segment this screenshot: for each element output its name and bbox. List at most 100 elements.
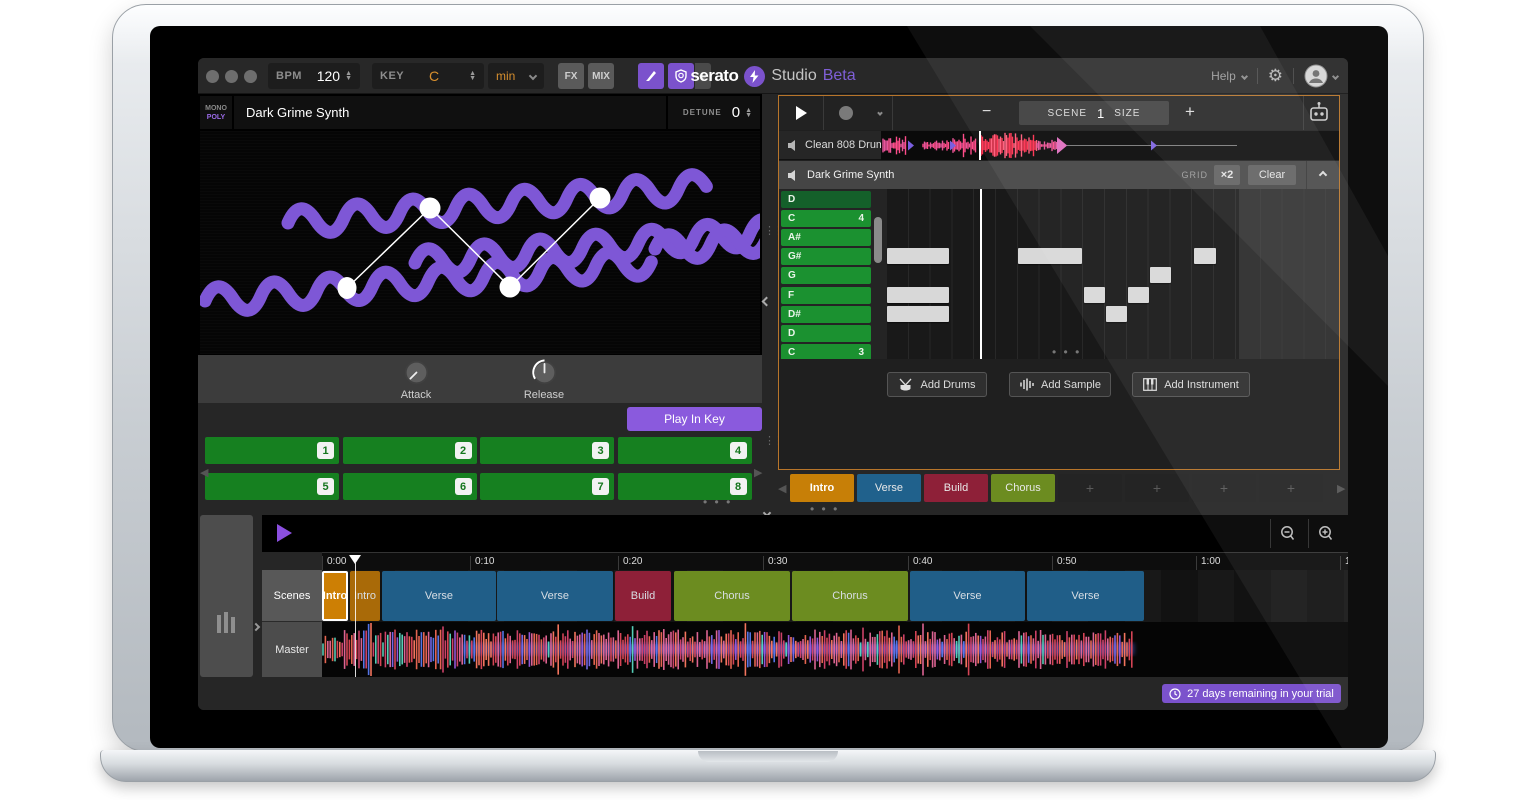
midi-note[interactable] xyxy=(1128,286,1149,303)
help-menu[interactable]: Help xyxy=(1211,69,1248,83)
time-ruler[interactable]: 0:00 0:10 0:20 0:30 0:40 0:50 1:00 1:10 xyxy=(322,552,1348,570)
attack-knob[interactable]: Attack xyxy=(376,359,456,401)
key-value[interactable]: C xyxy=(429,68,439,84)
arrangement-block-verse-8[interactable]: Verse xyxy=(1027,571,1144,621)
arrangement-block-verse-3[interactable]: Verse xyxy=(497,571,613,621)
scene-tab-add-6[interactable]: + xyxy=(1192,474,1256,502)
record-button[interactable] xyxy=(824,106,868,120)
midi-note[interactable] xyxy=(887,286,949,303)
bpm-value[interactable]: 120 xyxy=(317,68,340,84)
piano-key-A#[interactable]: A# xyxy=(781,229,871,247)
roll-resize-dots[interactable]: • • • xyxy=(1052,346,1081,358)
collapse-track-button[interactable] xyxy=(1307,170,1339,180)
pad-7[interactable]: 7 xyxy=(480,473,614,500)
piano-key-F[interactable]: F xyxy=(781,286,871,304)
window-dot-2[interactable] xyxy=(225,70,238,83)
scene-size-decrease-button[interactable]: − xyxy=(982,103,991,121)
track-row-synth[interactable]: Dark Grime Synth GRID ×2 Clear xyxy=(779,161,1339,189)
midi-note[interactable] xyxy=(887,305,949,322)
track-name[interactable]: Dark Grime Synth xyxy=(807,169,894,181)
midi-note[interactable] xyxy=(1194,248,1216,265)
pads-resize-dots[interactable]: • • • xyxy=(703,496,732,508)
mix-button[interactable]: MIX xyxy=(588,63,614,89)
note-grid[interactable]: • • • xyxy=(887,189,1339,359)
window-dot-3[interactable] xyxy=(244,70,257,83)
scene-tab-add-5[interactable]: + xyxy=(1125,474,1189,502)
key-stepper[interactable]: ▲ ▼ xyxy=(469,70,476,82)
midi-note[interactable] xyxy=(1018,248,1082,265)
clear-button[interactable]: Clear xyxy=(1248,165,1296,185)
zoom-in-button[interactable] xyxy=(1308,519,1342,548)
speaker-icon[interactable] xyxy=(787,139,800,152)
detune-control[interactable]: DETUNE 0 ▲ ▼ xyxy=(668,96,760,129)
piano-key-D[interactable]: D xyxy=(781,324,871,342)
speaker-icon[interactable] xyxy=(787,169,800,182)
pad-5[interactable]: 5 xyxy=(205,473,339,500)
piano-key-D#[interactable]: D# xyxy=(781,305,871,323)
pads-left-arrow[interactable]: ◀ xyxy=(200,466,208,479)
tabs-left-arrow[interactable]: ◀ xyxy=(778,482,786,495)
expand-sidebar-arrow[interactable] xyxy=(251,617,261,635)
settings-gear-button[interactable]: ⚙ xyxy=(1268,66,1283,86)
arrangement-block-build-4[interactable]: Build xyxy=(615,571,671,621)
library-sidebar[interactable] xyxy=(200,515,253,677)
midi-note[interactable] xyxy=(1150,267,1171,284)
scene-tab-add-7[interactable]: + xyxy=(1259,474,1323,502)
grid-multiplier-button[interactable]: ×2 xyxy=(1214,165,1240,185)
add-drums-button[interactable]: Add Drums xyxy=(887,372,987,397)
zoom-out-button[interactable] xyxy=(1270,519,1304,548)
drum-clip-waveform[interactable] xyxy=(881,131,1339,160)
key-mode-select[interactable]: min xyxy=(488,63,544,89)
midi-note[interactable] xyxy=(1084,286,1105,303)
scene-tab-intro-0[interactable]: Intro xyxy=(790,474,854,502)
piano-key-C4[interactable]: C4 xyxy=(781,210,871,228)
midi-note[interactable] xyxy=(1106,305,1127,322)
pad-3[interactable]: 3 xyxy=(480,437,614,464)
arrangement-block-verse-7[interactable]: Verse xyxy=(910,571,1025,621)
bpm-stepper[interactable]: ▲ ▼ xyxy=(345,70,352,82)
master-waveform-row[interactable] xyxy=(322,622,1348,677)
scene-tab-add-4[interactable]: + xyxy=(1058,474,1122,502)
add-instrument-button[interactable]: Add Instrument xyxy=(1132,372,1250,397)
piano-key-G#[interactable]: G# xyxy=(781,248,871,266)
arrangement-block-intro-0[interactable]: Intro xyxy=(322,571,348,621)
tool-dropdown-button[interactable] xyxy=(695,63,711,89)
arrangement-block-verse-2[interactable]: Verse xyxy=(382,571,496,621)
piano-key-C3[interactable]: C3 xyxy=(781,343,871,359)
timeline-playhead[interactable] xyxy=(349,555,361,677)
bpm-control[interactable]: BPM 120 ▲ ▼ xyxy=(268,63,360,89)
arrangement-block-chorus-5[interactable]: Chorus xyxy=(674,571,790,621)
detune-stepper[interactable]: ▲ ▼ xyxy=(745,107,752,119)
pad-6[interactable]: 6 xyxy=(342,473,477,500)
key-control[interactable]: KEY C ▲ ▼ xyxy=(372,63,484,89)
track-row-drums[interactable]: Clean 808 Drum… xyxy=(779,131,1339,160)
window-controls[interactable] xyxy=(206,70,263,88)
window-dot-1[interactable] xyxy=(206,70,219,83)
trial-badge[interactable]: 27 days remaining in your trial xyxy=(1162,684,1341,703)
song-play-button[interactable] xyxy=(275,523,293,543)
midi-note[interactable] xyxy=(887,248,949,265)
add-sample-button[interactable]: Add Sample xyxy=(1009,372,1111,397)
shield-tool-button[interactable] xyxy=(668,63,694,89)
detune-value[interactable]: 0 xyxy=(732,104,740,121)
scene-tab-build-2[interactable]: Build xyxy=(924,474,988,502)
account-menu[interactable] xyxy=(1304,64,1340,88)
assistant-button[interactable] xyxy=(1307,101,1331,130)
pad-4[interactable]: 4 xyxy=(617,437,752,464)
key-mode-value[interactable]: min xyxy=(496,69,515,83)
pad-1[interactable]: 1 xyxy=(205,437,339,464)
pads-right-arrow[interactable]: ▶ xyxy=(754,466,762,479)
tabs-right-arrow[interactable]: ▶ xyxy=(1337,482,1345,495)
poly-label[interactable]: POLY xyxy=(207,113,225,122)
fx-button[interactable]: FX xyxy=(558,63,584,89)
mono-label[interactable]: MONO xyxy=(205,104,227,113)
record-options-button[interactable] xyxy=(868,110,892,116)
play-in-key-button[interactable]: Play In Key xyxy=(627,407,762,431)
play-button[interactable] xyxy=(779,105,823,121)
piano-key-D[interactable]: D xyxy=(781,191,871,208)
tabs-resize-dots[interactable]: • • • xyxy=(810,503,839,515)
piano-key-G[interactable]: G xyxy=(781,267,871,285)
library-icon[interactable] xyxy=(216,611,238,637)
attack-knob-icon[interactable] xyxy=(403,359,430,386)
scene-tab-verse-1[interactable]: Verse xyxy=(857,474,921,502)
